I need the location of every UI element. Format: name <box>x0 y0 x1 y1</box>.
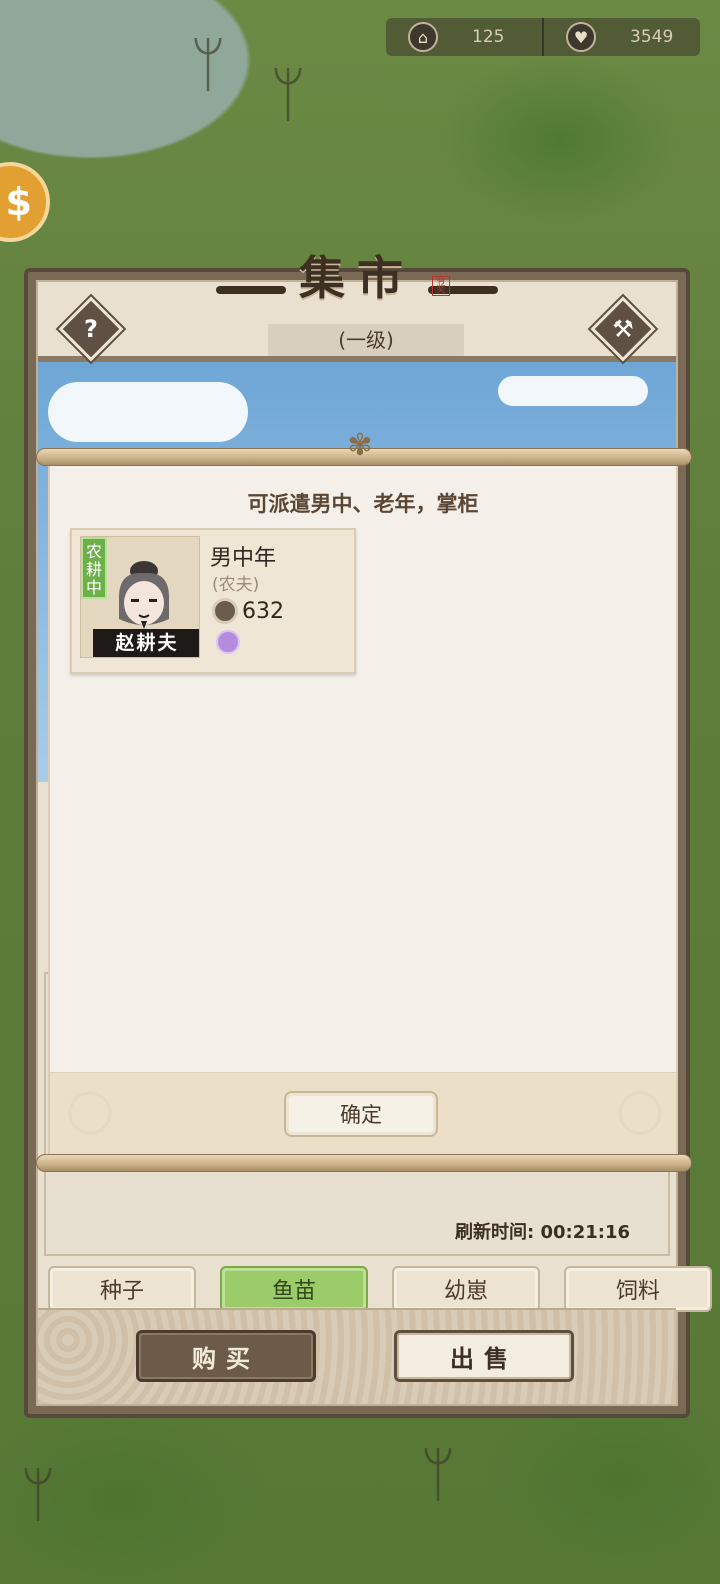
action-bar: 购买 出售 <box>38 1308 676 1404</box>
power-value: 632 <box>242 598 284 624</box>
heart-resource[interactable]: ♥ 3549 <box>542 18 700 56</box>
confirm-button[interactable]: 确定 <box>284 1091 438 1137</box>
tree-decoration: ᛘ <box>270 60 306 130</box>
dialog-heading: 可派遣男中、老年，掌柜 <box>247 492 479 516</box>
help-icon: ? <box>84 315 98 343</box>
character-card[interactable]: 农耕中 赵耕夫 男中年 (农夫) 632 <box>70 528 356 674</box>
tab-fry[interactable]: 鱼苗 <box>220 1266 368 1312</box>
sell-button[interactable]: 出售 <box>394 1330 574 1382</box>
character-portrait: 农耕中 赵耕夫 <box>80 536 200 658</box>
house-icon: ⌂ <box>408 22 438 52</box>
refresh-time: 00:21:16 <box>540 1222 630 1243</box>
tree-decoration: ᛘ <box>420 1440 456 1510</box>
trait-icon <box>216 630 240 654</box>
tab-feed[interactable]: 饲料 <box>564 1266 712 1312</box>
tree-decoration: ᛘ <box>20 1460 56 1530</box>
coin-icon: $ <box>5 180 32 224</box>
refresh-label: 刷新时间: <box>454 1222 535 1243</box>
heart-icon: ♥ <box>566 22 596 52</box>
character-type: 男中年 <box>210 546 277 571</box>
character-job: (农夫) <box>212 575 260 595</box>
house-count: 125 <box>472 27 505 47</box>
character-face <box>119 561 169 629</box>
tree-decoration: ᛘ <box>190 30 226 100</box>
title-swirl <box>215 285 286 294</box>
tab-cubs[interactable]: 幼崽 <box>392 1266 540 1312</box>
status-badge: 农耕中 <box>81 537 107 599</box>
heart-count: 3549 <box>630 27 674 47</box>
cloud <box>48 382 248 442</box>
scroll-rod-bottom <box>36 1154 692 1172</box>
market-title: 集市 <box>299 251 415 305</box>
knot-icon: ✾ <box>347 428 373 463</box>
cloud <box>498 376 648 406</box>
hammer-icon: ⚒ <box>612 315 634 343</box>
buy-button[interactable]: 购买 <box>136 1330 316 1382</box>
dispatch-dialog: 可派遣男中、老年，掌柜 农耕中 赵耕夫 男中年 (农夫) 632 确定 <box>48 466 678 1156</box>
character-power: 632 <box>212 598 284 624</box>
dialog-footer: 确定 <box>50 1072 676 1156</box>
tab-seeds[interactable]: 种子 <box>48 1266 196 1312</box>
market-level: (一级) <box>268 324 464 356</box>
market-title-wrap: 集市 <box>28 242 686 308</box>
strength-icon <box>212 598 238 624</box>
resource-bar: ⌂ 125 ♥ 3549 <box>386 18 700 56</box>
refresh-timer: 刷新时间: 00:21:16 <box>455 1218 630 1244</box>
character-name: 赵耕夫 <box>93 629 199 657</box>
house-resource[interactable]: ⌂ 125 <box>386 18 542 56</box>
seal-stamp: 有奖 <box>432 276 450 296</box>
